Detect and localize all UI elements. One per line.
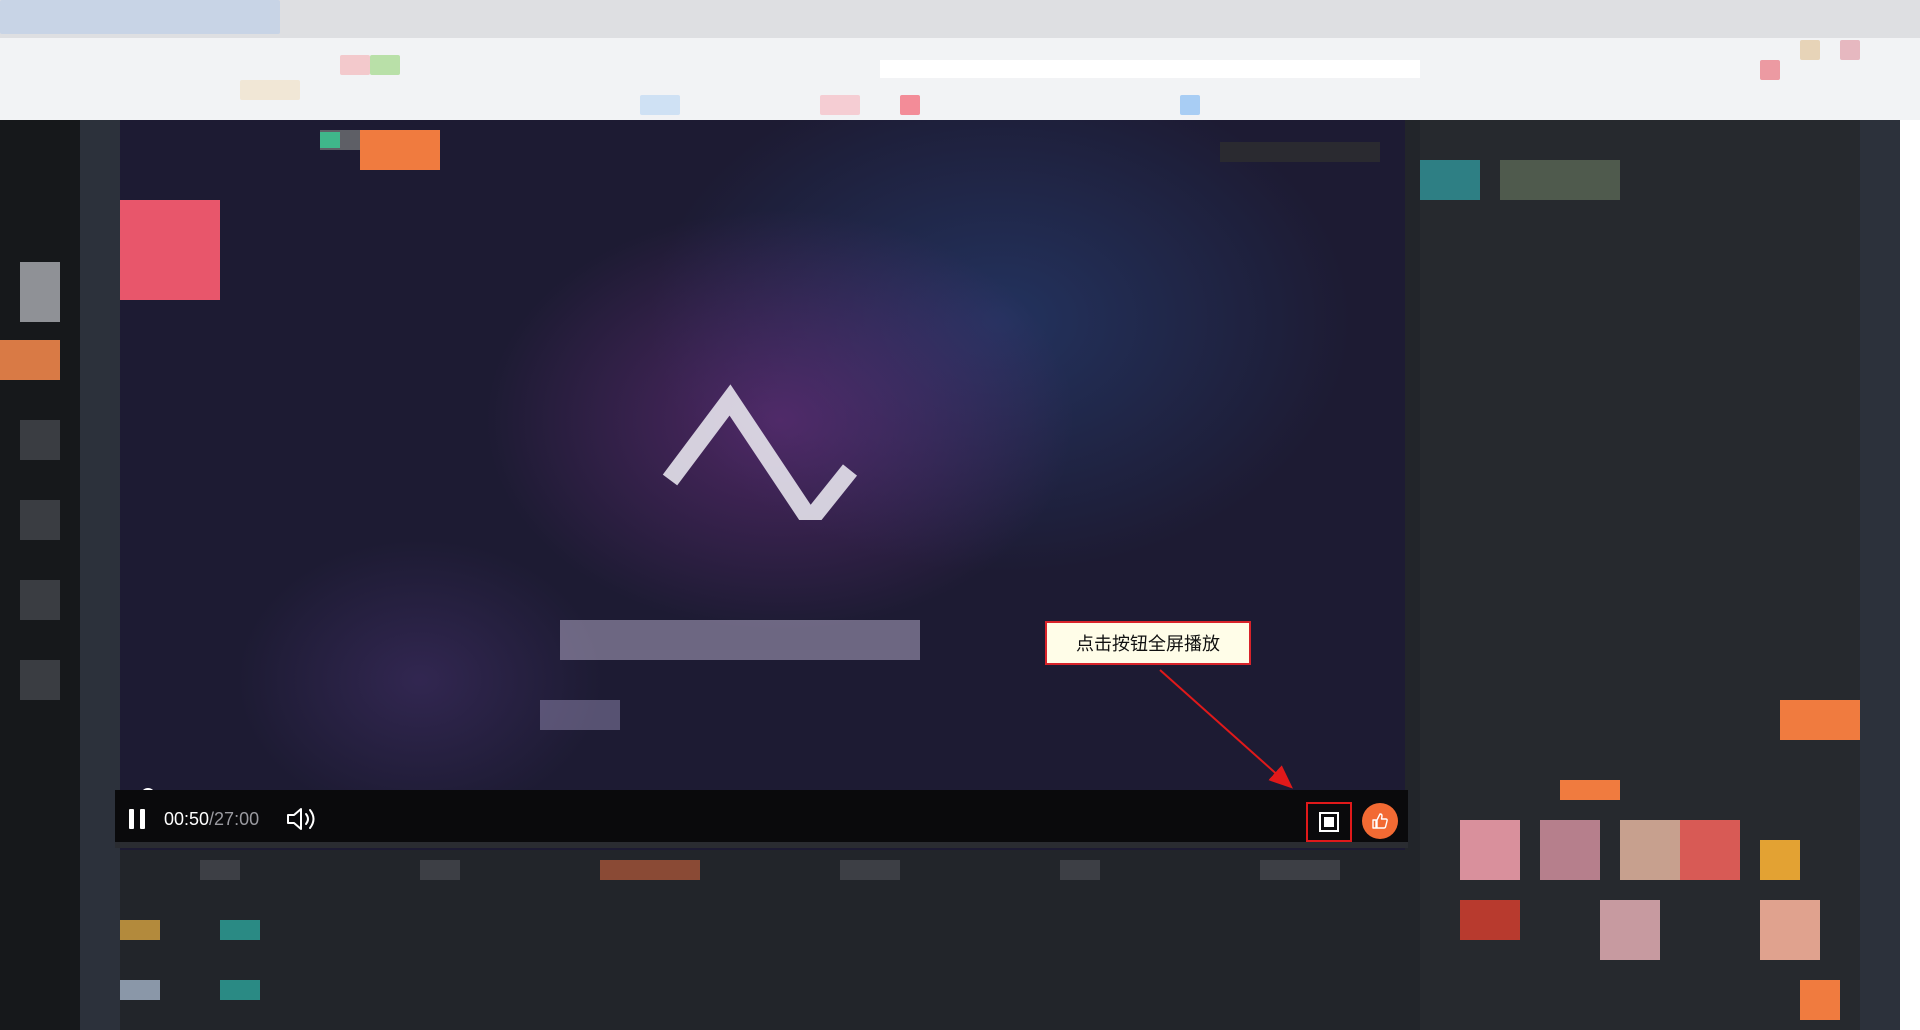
- video-stats-obscured: [840, 860, 900, 880]
- sidebar-header-obscured: [1500, 160, 1620, 200]
- bookmark-obscured: [1180, 95, 1200, 115]
- page-scrollbar-area[interactable]: [1900, 120, 1920, 1030]
- bookmark-obscured: [640, 95, 680, 115]
- bookmark-obscured: [820, 95, 860, 115]
- thumbs-up-icon: [1372, 813, 1388, 829]
- video-caption-obscured: [540, 700, 620, 730]
- recommend-thumb-obscured[interactable]: [1760, 900, 1820, 960]
- recommend-item-obscured[interactable]: [1780, 700, 1860, 740]
- sidebar-item-obscured[interactable]: [20, 420, 60, 460]
- video-caption-obscured: [560, 620, 920, 660]
- like-button[interactable]: [1362, 803, 1398, 839]
- comment-tag-obscured: [220, 980, 260, 1000]
- bookmark-obscured: [240, 80, 300, 100]
- video-stats-obscured: [600, 860, 700, 880]
- tab-obscured: [370, 55, 400, 75]
- recommend-thumb-obscured[interactable]: [1460, 900, 1520, 940]
- badge-obscured: [320, 132, 340, 148]
- uploader-avatar-obscured[interactable]: [120, 200, 220, 300]
- fullscreen-button[interactable]: [1306, 802, 1352, 842]
- extension-obscured: [1840, 40, 1860, 60]
- left-divider-strip: [80, 120, 120, 1030]
- comment-avatar-obscured[interactable]: [120, 980, 160, 1000]
- right-sidebar: [1420, 120, 1860, 1030]
- recommend-thumb-obscured[interactable]: [1800, 980, 1840, 1020]
- recommend-thumb-obscured[interactable]: [1760, 840, 1800, 880]
- extension-obscured: [1800, 40, 1820, 60]
- sidebar-header-obscured: [1420, 160, 1480, 200]
- video-stats-obscured: [420, 860, 460, 880]
- sidebar-item-obscured[interactable]: [0, 340, 60, 380]
- tab-obscured: [340, 55, 370, 75]
- duration-time: /27:00: [209, 809, 260, 829]
- below-player-bar: [115, 842, 1408, 848]
- fullscreen-hint-tooltip: 点击按钮全屏播放: [1045, 621, 1251, 665]
- right-divider-strip: [1860, 120, 1900, 1030]
- sidebar-item-obscured[interactable]: [20, 660, 60, 700]
- comment-avatar-obscured[interactable]: [120, 920, 160, 940]
- pause-icon[interactable]: [126, 808, 148, 830]
- left-sidebar: [0, 120, 80, 1030]
- fullscreen-icon: [1319, 812, 1339, 832]
- video-stats-obscured: [1260, 860, 1340, 880]
- video-stats-obscured: [200, 860, 240, 880]
- sidebar-item-obscured[interactable]: [20, 580, 60, 620]
- video-watermark-obscured: [1220, 142, 1380, 162]
- video-logo-obscured: [662, 384, 858, 520]
- comment-tag-obscured: [220, 920, 260, 940]
- recommend-thumb-obscured[interactable]: [1620, 820, 1680, 880]
- time-display: 00:50/27:00: [164, 808, 259, 830]
- address-bar[interactable]: [880, 60, 1420, 78]
- tab-strip-obscured: [0, 0, 280, 34]
- current-time: 00:50: [164, 809, 210, 829]
- recommend-thumb-obscured[interactable]: [1600, 900, 1660, 960]
- extension-obscured: [1760, 60, 1780, 80]
- hint-arrow-icon: [1159, 669, 1293, 789]
- recommend-thumb-obscured[interactable]: [1460, 820, 1520, 880]
- volume-icon[interactable]: [286, 805, 320, 833]
- follow-button-obscured[interactable]: [360, 130, 440, 170]
- recommend-thumb-obscured[interactable]: [1540, 820, 1600, 880]
- browser-toolbar: [0, 0, 1920, 120]
- sidebar-item-obscured[interactable]: [20, 500, 60, 540]
- recommend-item-obscured[interactable]: [1560, 780, 1620, 800]
- sidebar-item-obscured[interactable]: [20, 262, 60, 322]
- recommend-thumb-obscured[interactable]: [1680, 820, 1740, 880]
- video-stats-obscured: [1060, 860, 1100, 880]
- bookmark-obscured: [900, 95, 920, 115]
